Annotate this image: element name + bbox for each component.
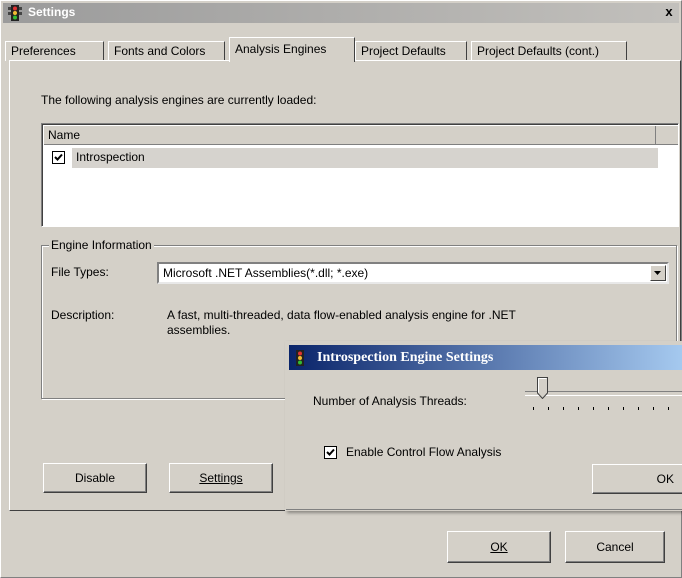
column-header-label: Name [48, 128, 81, 142]
close-icon[interactable]: x [661, 5, 677, 19]
checkmark-icon [54, 153, 63, 161]
tab-fonts-and-colors[interactable]: Fonts and Colors [108, 41, 225, 61]
file-types-value: Microsoft .NET Assemblies(*.dll; *.exe) [163, 266, 369, 280]
control-flow-checkbox[interactable] [324, 446, 337, 459]
intro-text: The following analysis engines are curre… [41, 93, 317, 107]
list-item-label: Introspection [76, 150, 145, 164]
settings-window: Settings x Preferences Fonts and Colors … [0, 0, 682, 578]
settings-button[interactable]: Settings [169, 463, 273, 493]
tab-strip: Preferences Fonts and Colors Analysis En… [5, 37, 682, 62]
window-title: Settings [28, 5, 76, 19]
checkmark-icon [326, 448, 335, 456]
slider-tick [578, 407, 579, 410]
slider-tick [653, 407, 654, 410]
tab-project-defaults[interactable]: Project Defaults [355, 41, 467, 61]
slider-tick [668, 407, 669, 410]
file-types-label: File Types: [51, 265, 109, 279]
slider-tick [623, 407, 624, 410]
description-line-1: A fast, multi-threaded, data flow-enable… [167, 308, 516, 322]
engine-enabled-checkbox[interactable] [52, 151, 65, 164]
slider-ticks [533, 407, 669, 410]
introspection-settings-dialog: Introspection Engine Settings Number of … [285, 341, 682, 511]
slider-tick [548, 407, 549, 410]
tab-project-defaults-cont[interactable]: Project Defaults (cont.) [471, 41, 627, 61]
slider-tick [593, 407, 594, 410]
ok-button-label: OK [490, 540, 508, 554]
engine-list[interactable]: Name Introspection [41, 123, 679, 227]
cancel-button[interactable]: Cancel [565, 531, 665, 563]
traffic-light-icon [8, 5, 22, 21]
traffic-light-icon [296, 350, 304, 366]
list-header: Name [44, 126, 678, 145]
tab-preferences[interactable]: Preferences [5, 41, 104, 61]
description-line-2: assemblies. [167, 323, 231, 337]
column-header-name[interactable]: Name [44, 126, 656, 144]
dropdown-arrow [654, 271, 661, 275]
list-item-highlight [72, 148, 658, 168]
tab-label: Project Defaults (cont.) [477, 44, 600, 58]
slider-tick [608, 407, 609, 410]
dialog-ok-label: OK [656, 472, 674, 486]
ok-button[interactable]: OK [447, 531, 551, 563]
list-item[interactable]: Introspection [44, 148, 658, 168]
tab-label: Fonts and Colors [114, 44, 206, 58]
slider-tick [533, 407, 534, 410]
dialog-titlebar[interactable]: Introspection Engine Settings [289, 345, 682, 370]
control-flow-label: Enable Control Flow Analysis [346, 445, 502, 459]
chevron-down-icon[interactable] [650, 265, 666, 281]
threads-slider-track[interactable] [525, 391, 682, 396]
tab-label: Project Defaults [361, 44, 446, 58]
slider-tick [638, 407, 639, 410]
disable-button-label: Disable [74, 471, 116, 485]
disable-button[interactable]: Disable [43, 463, 147, 493]
slider-tick [563, 407, 564, 410]
dialog-ok-button[interactable]: OK [592, 464, 682, 494]
description-label: Description: [51, 308, 115, 322]
dialog-title: Introspection Engine Settings [317, 350, 494, 365]
tab-label: Analysis Engines [235, 42, 327, 56]
threads-slider-thumb[interactable] [537, 377, 548, 399]
settings-button-label: Settings [199, 471, 243, 485]
window-titlebar[interactable]: Settings x [3, 3, 679, 23]
tab-analysis-engines[interactable]: Analysis Engines [229, 37, 355, 62]
file-types-combo[interactable]: Microsoft .NET Assemblies(*.dll; *.exe) [157, 262, 669, 284]
tab-label: Preferences [11, 44, 76, 58]
threads-label: Number of Analysis Threads: [313, 394, 467, 408]
cancel-button-label: Cancel [596, 540, 634, 554]
group-title: Engine Information [49, 238, 154, 252]
